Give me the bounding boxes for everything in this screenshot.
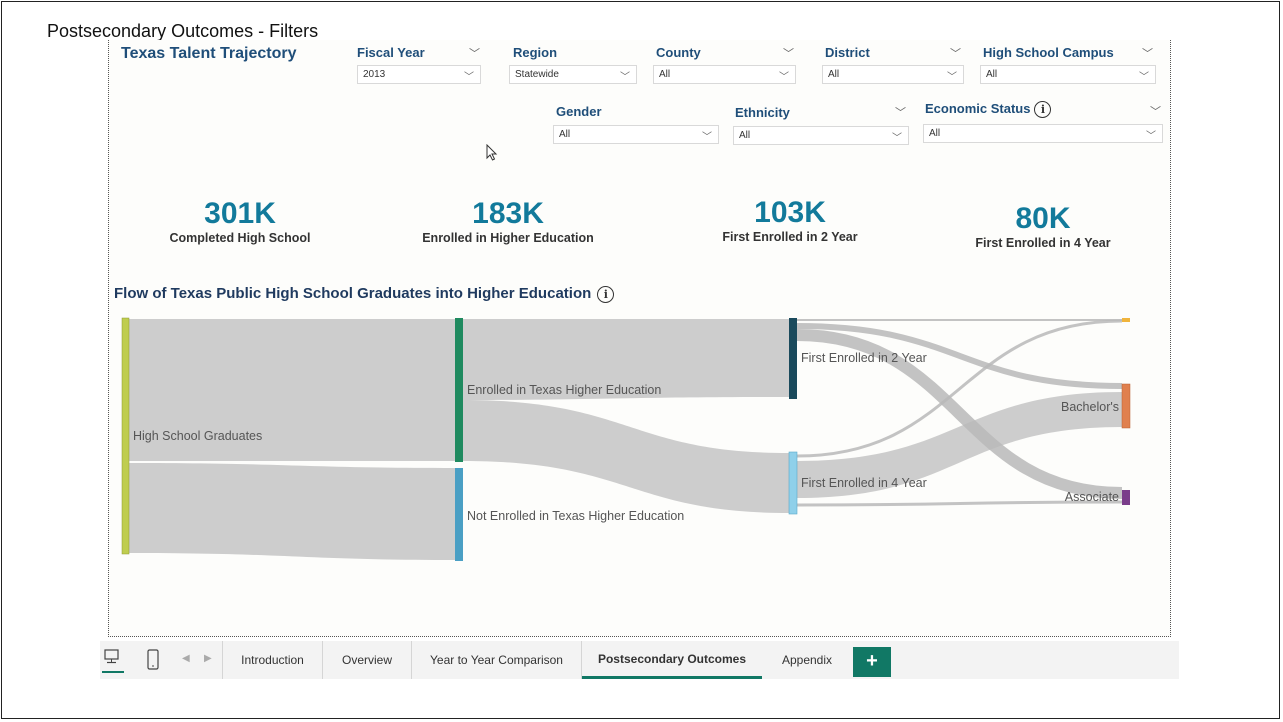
tab-appendix[interactable]: Appendix — [762, 641, 852, 679]
node-label-enrolled: Enrolled in Texas Higher Education — [467, 383, 661, 397]
node-bachelors — [1121, 383, 1131, 429]
node-other-outcome — [1122, 318, 1130, 322]
chevron-left-icon[interactable]: ◀ — [182, 653, 190, 664]
mobile-view-icon[interactable] — [146, 649, 160, 676]
node-label-not-enrolled: Not Enrolled in Texas Higher Education — [467, 509, 684, 523]
node-associate — [1122, 490, 1130, 505]
flow-enrolled-to-4year — [463, 400, 789, 513]
node-label-first-enrolled-2-year: First Enrolled in 2 Year — [801, 351, 927, 365]
node-label-associate: Associate — [1065, 490, 1119, 504]
tab-postsecondary-outcomes[interactable]: Postsecondary Outcomes — [582, 641, 762, 679]
node-label-first-enrolled-4-year: First Enrolled in 4 Year — [801, 476, 927, 490]
flow-hs-to-not-enrolled — [129, 463, 455, 560]
page-tab-bar: ◀ ▶ Introduction Overview Year to Year C… — [100, 641, 1179, 679]
node-first-enrolled-4-year — [788, 451, 798, 515]
tab-introduction[interactable]: Introduction — [222, 641, 323, 679]
chevron-right-icon[interactable]: ▶ — [204, 653, 212, 664]
node-label-high-school-graduates: High School Graduates — [133, 429, 262, 443]
node-not-enrolled-texas-higher-ed — [455, 468, 463, 561]
add-page-button[interactable]: + — [853, 647, 891, 677]
node-label-bachelors: Bachelor's — [1061, 400, 1119, 414]
tab-year-to-year-comparison[interactable]: Year to Year Comparison — [412, 641, 582, 679]
node-high-school-graduates — [121, 317, 130, 555]
node-first-enrolled-2-year — [789, 318, 797, 399]
node-enrolled-texas-higher-ed — [455, 318, 463, 462]
sankey-chart: High School Graduates Enrolled in Texas … — [121, 317, 1131, 561]
tab-overview[interactable]: Overview — [323, 641, 412, 679]
desktop-view-icon[interactable] — [102, 647, 124, 673]
